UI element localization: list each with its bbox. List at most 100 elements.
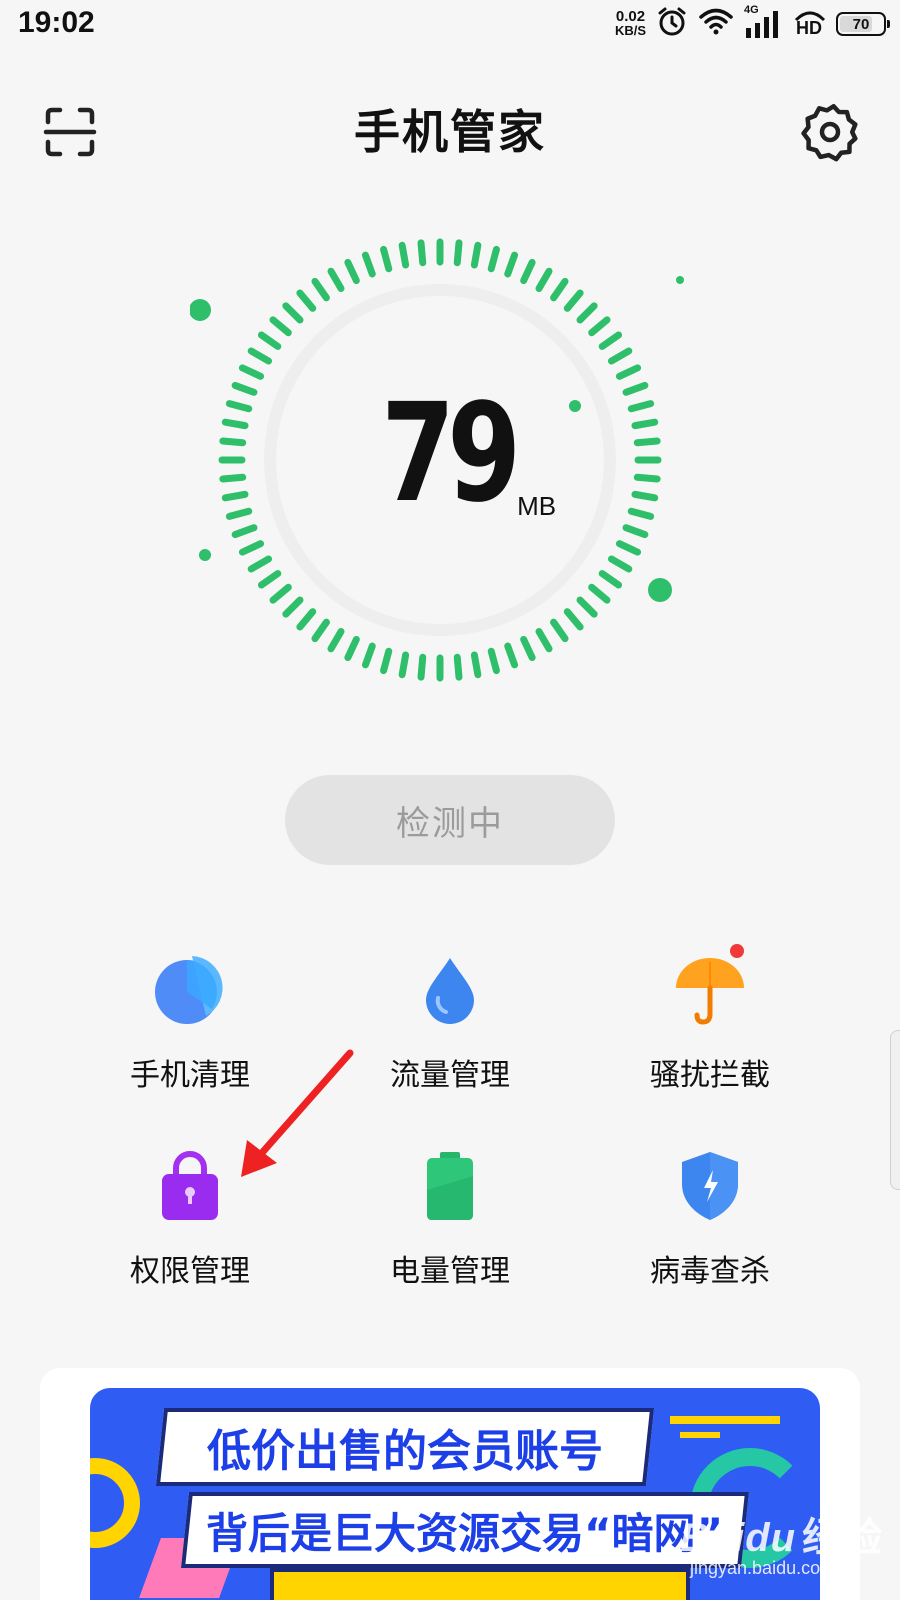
tool-battery[interactable]: 电量管理 — [350, 1146, 550, 1306]
gauge-tick — [417, 653, 427, 681]
gauge-tick — [535, 267, 553, 293]
gauge-tick — [504, 251, 519, 278]
lock-icon — [150, 1146, 230, 1226]
gauge-tick — [487, 647, 500, 675]
gauge-tick — [361, 642, 376, 669]
gauge-tick — [257, 570, 282, 589]
gauge-tick — [247, 555, 273, 573]
gauge-tick — [470, 651, 482, 679]
gauge-tick — [296, 608, 317, 631]
network-speed-unit: KB/S — [614, 23, 646, 38]
gauge-tick — [550, 618, 569, 643]
battery-level: 70 — [852, 15, 870, 33]
gauge-tick — [296, 289, 317, 312]
gauge-tick — [563, 608, 584, 631]
watermark: Baidu 经验 — [680, 1505, 882, 1563]
status-icons: 0.02 KB/S 4G HD 70 — [614, 4, 890, 42]
gauge-tick — [282, 302, 304, 324]
gauge-tick — [453, 653, 463, 681]
banner-subtitle: 背后是巨大资源交易“暗网” — [206, 1508, 724, 1558]
banner-decoration — [270, 1568, 690, 1600]
tool-data-usage[interactable]: 流量管理 — [350, 950, 550, 1110]
gauge-tick — [535, 627, 553, 653]
tool-label: 流量管理 — [390, 1058, 510, 1093]
memory-gauge: 79 MB — [190, 230, 710, 690]
app-header: 手机管家 — [0, 90, 900, 170]
tool-virus-scan[interactable]: 病毒查杀 — [610, 1146, 810, 1306]
watermark-url: jingyan.baidu.com — [690, 1558, 836, 1578]
gauge-tick — [398, 241, 410, 269]
gauge-tick — [327, 627, 345, 653]
banner-decoration — [90, 1458, 140, 1548]
gauge-tick — [615, 364, 642, 380]
battery-icon — [410, 1146, 490, 1226]
tool-label: 权限管理 — [130, 1254, 250, 1289]
banner-decoration — [680, 1432, 720, 1438]
gauge-tick — [550, 277, 569, 302]
gauge-tick — [344, 635, 360, 662]
tool-label: 骚扰拦截 — [650, 1058, 770, 1093]
gauge-unit: MB — [517, 491, 557, 521]
banner-title: 低价出售的会员账号 — [207, 1426, 603, 1477]
gauge-tick — [470, 241, 482, 269]
gauge-tick — [269, 583, 292, 604]
gauge-tick — [311, 277, 330, 302]
gauge-tick — [380, 245, 393, 273]
gauge-tick — [453, 239, 463, 267]
wifi-icon — [698, 7, 734, 41]
gauge-tick — [487, 245, 500, 273]
gauge-tick — [327, 267, 345, 293]
detecting-button[interactable]: 检测中 — [285, 775, 615, 865]
gauge-tick — [398, 651, 410, 679]
gauge-tick — [576, 302, 598, 324]
gauge-tick — [520, 258, 536, 285]
tool-permissions[interactable]: 权限管理 — [90, 1146, 290, 1306]
gauge-tick — [576, 596, 598, 618]
battery-indicator: 70 — [836, 12, 890, 36]
gauge-tick — [417, 239, 427, 267]
gauge-tick — [615, 540, 642, 556]
gauge-tick — [563, 289, 584, 312]
gear-icon — [801, 104, 858, 162]
pie-chart-icon — [150, 950, 230, 1030]
tool-label: 手机清理 — [130, 1058, 250, 1093]
gauge-tick — [380, 647, 393, 675]
gauge-particle-dot — [190, 299, 211, 321]
alarm-icon — [656, 6, 688, 42]
tool-label: 电量管理 — [390, 1254, 510, 1289]
hd-icon: HD — [794, 8, 826, 40]
watermark-brand: Baidu — [680, 1516, 797, 1560]
gauge-tick — [598, 570, 623, 589]
banner-title-box: 低价出售的会员账号 — [155, 1408, 655, 1486]
gauge-tick — [247, 347, 273, 365]
gauge-tick — [257, 331, 282, 350]
gauge-tick — [311, 618, 330, 643]
gauge-tick — [598, 331, 623, 350]
cellular-signal-icon: 4G — [744, 4, 784, 40]
tool-spam-block[interactable]: 骚扰拦截 — [610, 944, 810, 1110]
gauge-tick — [520, 635, 536, 662]
tool-phone-cleanup[interactable]: 手机清理 — [90, 950, 290, 1110]
scroll-handle[interactable] — [890, 1030, 900, 1190]
network-speed-value: 0.02 — [615, 8, 646, 25]
gauge-tick — [231, 524, 258, 539]
gauge-tick — [238, 364, 265, 380]
settings-button[interactable] — [800, 102, 860, 162]
umbrella-icon — [670, 944, 750, 1030]
gauge-tick — [588, 316, 611, 337]
notification-badge — [730, 944, 744, 958]
gauge-readout: 79 MB — [190, 386, 710, 522]
gauge-tick — [588, 583, 611, 604]
banner-subtitle-box: 背后是巨大资源交易“暗网” — [181, 1492, 749, 1568]
gauge-particle-dot — [676, 276, 684, 284]
gauge-tick — [344, 258, 360, 285]
status-time: 19:02 — [18, 6, 95, 39]
gauge-value: 79 — [381, 375, 521, 533]
watermark-sub: 经验 — [802, 1516, 883, 1560]
tool-label: 病毒查杀 — [650, 1254, 770, 1289]
gauge-tick — [238, 540, 265, 556]
gauge-tick — [622, 524, 649, 539]
gauge-tick — [282, 596, 304, 618]
status-bar: 19:02 0.02 KB/S 4G HD 70 — [0, 0, 900, 50]
gauge-tick — [504, 642, 519, 669]
